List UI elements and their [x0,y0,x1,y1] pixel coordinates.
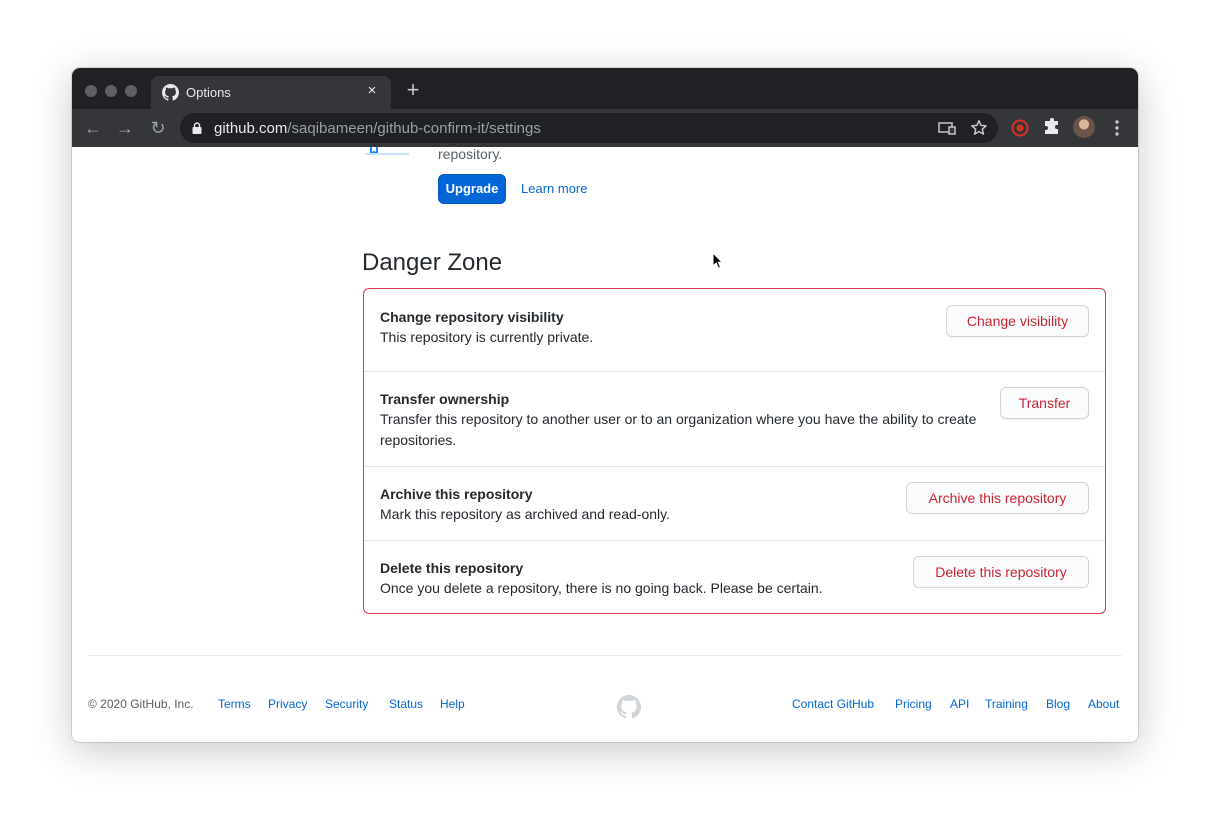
promo-text: repository. [438,146,503,162]
footer-link-api[interactable]: API [950,697,969,711]
upgrade-illustration-icon [365,147,409,155]
footer-copyright: © 2020 GitHub, Inc. [88,697,194,711]
star-icon[interactable] [970,119,988,137]
delete-row: Delete this repository Once you delete a… [364,540,1105,614]
back-button[interactable]: ← [82,117,104,139]
tab-close-icon[interactable]: × [363,82,381,100]
minimize-window-button[interactable] [105,85,117,97]
footer-link-blog[interactable]: Blog [1046,697,1070,711]
browser-toolbar: ← → ↻ github.com/saqibameen/github-confi… [72,109,1138,147]
cast-icon[interactable] [938,119,956,137]
lock-icon [192,122,202,134]
zoom-window-button[interactable] [125,85,137,97]
delete-repository-button[interactable]: Delete this repository [913,556,1089,588]
reload-button[interactable]: ↻ [147,117,169,139]
footer-link-terms[interactable]: Terms [218,697,251,711]
footer-link-status[interactable]: Status [389,697,423,711]
footer-link-pricing[interactable]: Pricing [895,697,932,711]
kebab-menu-icon[interactable] [1110,119,1124,137]
learn-more-link[interactable]: Learn more [521,181,587,196]
page-content: repository. Upgrade Learn more Danger Zo… [72,146,1138,742]
row-title: Delete this repository [380,560,524,576]
archive-row: Archive this repository Mark this reposi… [364,466,1105,541]
avatar[interactable] [1073,116,1095,138]
footer-divider [88,655,1122,656]
extension-red-icon[interactable] [1010,118,1030,138]
upgrade-button[interactable]: Upgrade [438,174,506,204]
url-host: github.com [214,120,288,137]
github-logo-icon[interactable] [617,695,641,719]
row-title: Change repository visibility [380,309,564,325]
row-description: Transfer this repository to another user… [380,411,977,448]
url-path: /saqibameen/github-confirm-it/settings [287,120,541,137]
footer-link-contact-github[interactable]: Contact GitHub [792,697,874,711]
visibility-row: Change repository visibility This reposi… [364,289,1105,372]
footer-link-privacy[interactable]: Privacy [268,697,307,711]
row-title: Transfer ownership [380,391,510,407]
close-window-button[interactable] [85,85,97,97]
footer-link-about[interactable]: About [1088,697,1119,711]
puzzle-icon[interactable] [1042,118,1062,138]
transfer-row: Transfer ownership Transfer this reposit… [364,371,1105,467]
footer-link-help[interactable]: Help [440,697,465,711]
row-description: This repository is currently private. [380,329,594,345]
transfer-button[interactable]: Transfer [1000,387,1089,419]
new-tab-button[interactable]: + [403,79,423,101]
github-icon [162,84,179,101]
archive-repository-button[interactable]: Archive this repository [906,482,1089,514]
change-visibility-button[interactable]: Change visibility [946,305,1089,337]
url-text: github.com/saqibameen/github-confirm-it/… [214,120,541,137]
footer-link-security[interactable]: Security [325,697,368,711]
tab-strip: Options × + [72,68,1138,109]
row-title: Archive this repository [380,486,533,502]
address-bar[interactable]: github.com/saqibameen/github-confirm-it/… [180,113,998,143]
forward-button[interactable]: → [114,117,136,139]
danger-zone-box: Change repository visibility This reposi… [363,288,1106,614]
footer-link-training[interactable]: Training [985,697,1028,711]
tab-title: Options [186,85,231,100]
tab-options[interactable]: Options × [151,76,391,109]
row-description: Once you delete a repository, there is n… [380,580,823,596]
row-description: Mark this repository as archived and rea… [380,506,670,522]
browser-window: Options × + ← → ↻ github.com/saqibameen/… [72,68,1138,742]
danger-zone-title: Danger Zone [362,249,503,276]
mouse-cursor-icon [712,252,724,269]
